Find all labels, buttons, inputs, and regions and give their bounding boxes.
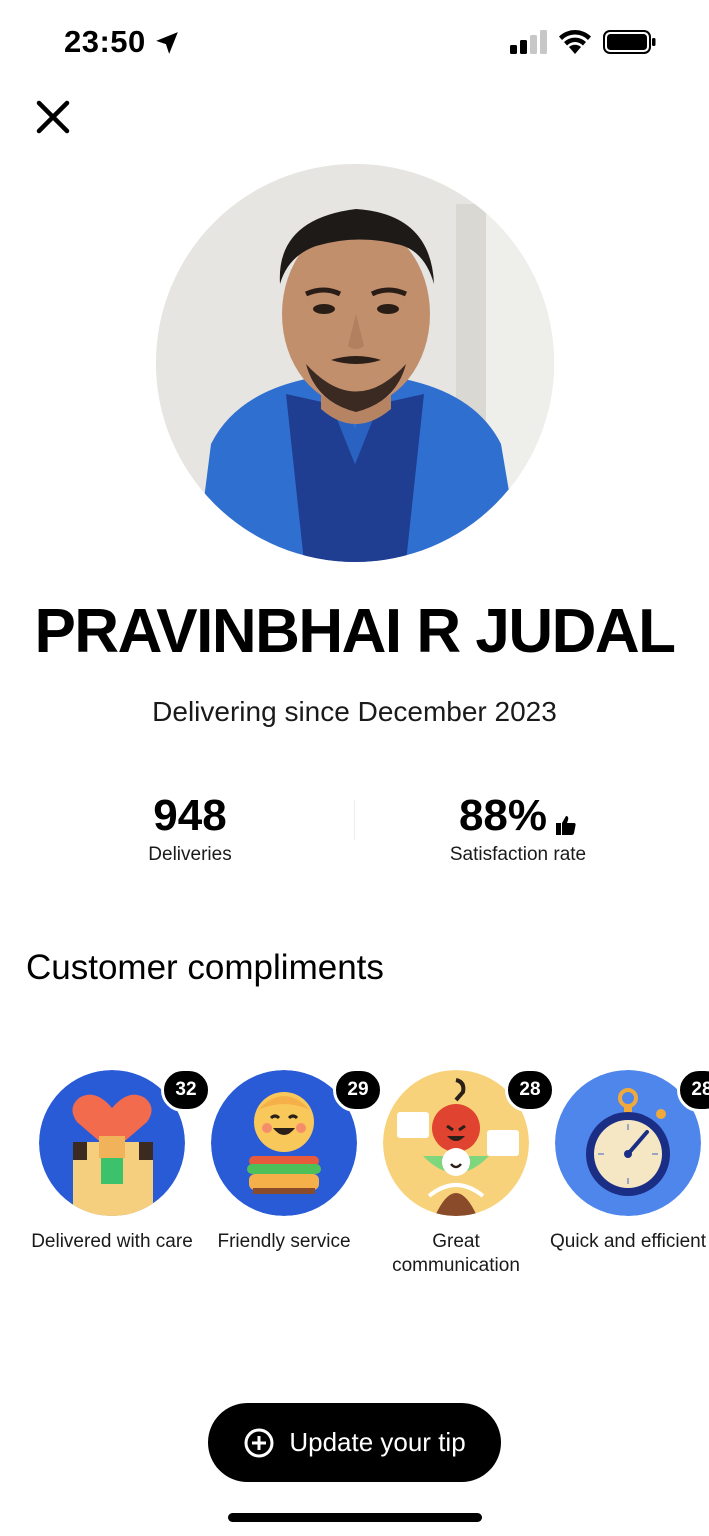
satisfaction-value: 88% xyxy=(458,791,548,840)
compliment-label: Quick and efficient xyxy=(550,1231,706,1252)
thumbs-up-icon xyxy=(556,816,576,835)
compliment-label: Great communication xyxy=(392,1231,520,1276)
compliment-badge: 28 xyxy=(383,1068,555,1216)
driver-profile-screen: 23:50 PRAVINBHAI R JUDAL Delivering sinc… xyxy=(0,0,709,1536)
compliment-friendly-service[interactable]: 29 Friendly service xyxy=(198,1068,383,1254)
update-tip-button[interactable]: Update your tip xyxy=(208,1403,501,1482)
status-time: 23:50 xyxy=(64,24,146,59)
compliment-great-communication[interactable]: 28 Great communication xyxy=(370,1068,555,1278)
close-button[interactable] xyxy=(28,92,78,142)
deliveries-label: Deliveries xyxy=(148,844,232,865)
deliveries-stat: 948 Deliveries xyxy=(90,790,290,866)
battery-icon xyxy=(603,30,656,54)
compliment-badge: 32 xyxy=(39,1068,211,1222)
driver-name: PRAVINBHAI R JUDAL xyxy=(34,597,676,666)
compliment-badge: 29 xyxy=(211,1068,383,1216)
compliment-label: Friendly service xyxy=(217,1231,351,1252)
deliveries-value: 948 xyxy=(153,791,227,840)
update-tip-label: Update your tip xyxy=(289,1427,466,1457)
profile-photo xyxy=(156,164,554,562)
stat-divider xyxy=(354,800,355,840)
status-bar: 23:50 xyxy=(0,0,709,86)
satisfaction-stat: 88% Satisfaction rate xyxy=(418,790,618,866)
satisfaction-label: Satisfaction rate xyxy=(449,844,587,865)
compliment-quick-and-efficient[interactable]: 28 Quick and efficient xyxy=(542,1068,709,1254)
compliments-section-title: Customer compliments xyxy=(26,948,384,987)
compliment-badge: 28 xyxy=(555,1068,709,1216)
delivering-since-text: Delivering since December 2023 xyxy=(152,696,557,727)
wifi-icon xyxy=(559,30,591,54)
cellular-signal-icon xyxy=(510,30,547,54)
compliment-delivered-with-care[interactable]: 32 Delivered with care xyxy=(26,1068,211,1254)
close-icon xyxy=(36,100,70,134)
avatar xyxy=(156,164,554,562)
plus-circle-icon xyxy=(244,1428,274,1457)
compliment-label: Delivered with care xyxy=(31,1231,193,1252)
satisfaction-value-row: 88% xyxy=(459,790,577,842)
location-arrow-icon xyxy=(156,32,178,54)
home-indicator xyxy=(228,1513,482,1522)
